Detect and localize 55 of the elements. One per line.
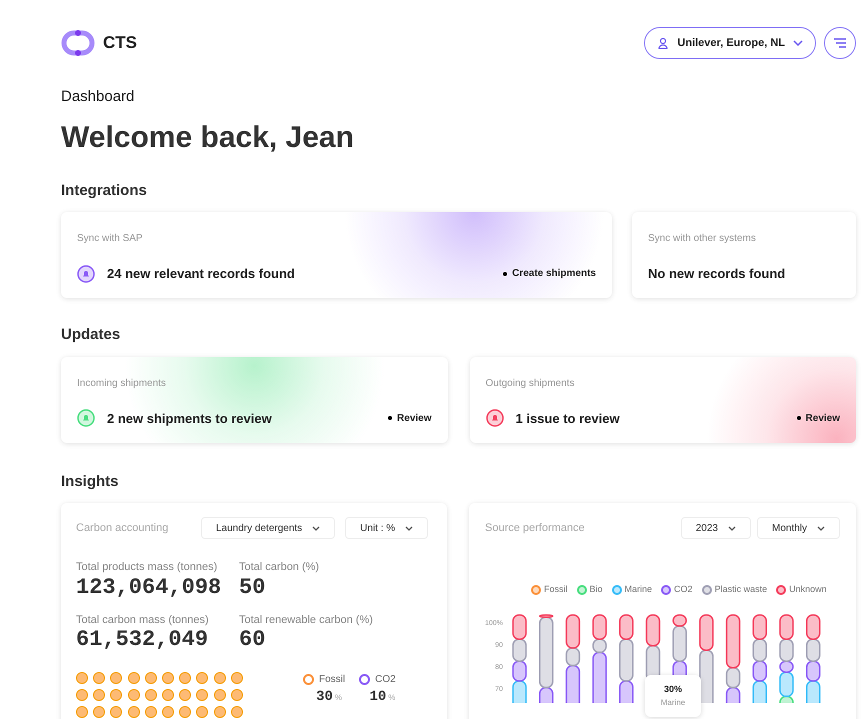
filter-dropdown[interactable]: Unit : % bbox=[345, 517, 428, 539]
stat-value: 50 bbox=[239, 576, 266, 600]
stat-label: Total renewable carbon (%) bbox=[239, 612, 374, 628]
menu-button[interactable] bbox=[824, 27, 856, 59]
legend-label: Marine bbox=[624, 583, 652, 596]
legend-label: Fossil bbox=[544, 583, 568, 596]
logo-icon bbox=[61, 30, 95, 56]
card-label: Sync with SAP bbox=[77, 232, 144, 246]
card-label: Outgoing shipments bbox=[486, 376, 576, 390]
unit-label: % bbox=[334, 692, 342, 704]
status-message: No new records found bbox=[648, 265, 786, 283]
status-message: 24 new relevant records found bbox=[107, 265, 295, 283]
stat-value: 123,064,098 bbox=[76, 576, 222, 600]
card-label: Source performance bbox=[485, 520, 586, 536]
status-message: 2 new shipments to review bbox=[107, 410, 272, 428]
stat-label: Total carbon (%) bbox=[239, 560, 320, 575]
action-link[interactable]: Review bbox=[796, 410, 840, 426]
stat-label: Total products mass (tonnes) bbox=[76, 560, 218, 575]
legend-label: Plastic waste bbox=[714, 583, 768, 596]
section-heading: Insights bbox=[61, 472, 120, 492]
chevron-down-icon bbox=[405, 526, 414, 530]
menu-icon bbox=[833, 38, 847, 48]
filter-dropdown[interactable]: Laundry detergents bbox=[201, 517, 336, 539]
stat-value: 61,532,049 bbox=[76, 628, 210, 652]
account-dropdown[interactable]: Unilever, Europe, NL bbox=[644, 27, 816, 59]
legend-label: Fossil bbox=[319, 673, 346, 687]
page-title: Dashboard bbox=[61, 87, 136, 107]
legend-label: CO2 bbox=[375, 673, 396, 687]
card-label: Incoming shipments bbox=[77, 376, 167, 390]
section-heading: Updates bbox=[61, 325, 122, 345]
chevron-down-icon bbox=[793, 40, 803, 46]
filter-dropdown[interactable]: 2023 bbox=[680, 517, 751, 539]
tooltip-value: 30% bbox=[664, 683, 682, 696]
legend-value: 30 bbox=[316, 688, 333, 707]
tooltip-label: Marine bbox=[660, 696, 686, 709]
section-heading: Integrations bbox=[61, 180, 148, 200]
filter-dropdown[interactable]: Monthly bbox=[756, 517, 840, 539]
card-label: Carbon accounting bbox=[76, 520, 170, 536]
legend-value: 10 bbox=[369, 688, 386, 707]
chevron-down-icon bbox=[728, 526, 736, 530]
legend-label: Bio bbox=[590, 583, 603, 596]
stat-value: 60 bbox=[239, 628, 266, 652]
user-icon bbox=[657, 37, 670, 49]
chevron-down-icon bbox=[817, 526, 825, 530]
card-label: Sync with other systems bbox=[648, 232, 757, 246]
legend-label: CO2 bbox=[674, 583, 693, 596]
action-link[interactable]: Review bbox=[388, 410, 432, 426]
chevron-down-icon bbox=[312, 526, 320, 530]
stat-label: Total carbon mass (tonnes) bbox=[76, 612, 210, 628]
legend-label: Unknown bbox=[789, 583, 827, 596]
welcome-heading: Welcome back, Jean bbox=[61, 120, 355, 156]
logo-text: CTS bbox=[103, 32, 137, 54]
action-link[interactable]: Create shipments bbox=[503, 266, 596, 282]
status-message: 1 issue to review bbox=[516, 410, 620, 428]
unit-label: % bbox=[388, 692, 396, 704]
